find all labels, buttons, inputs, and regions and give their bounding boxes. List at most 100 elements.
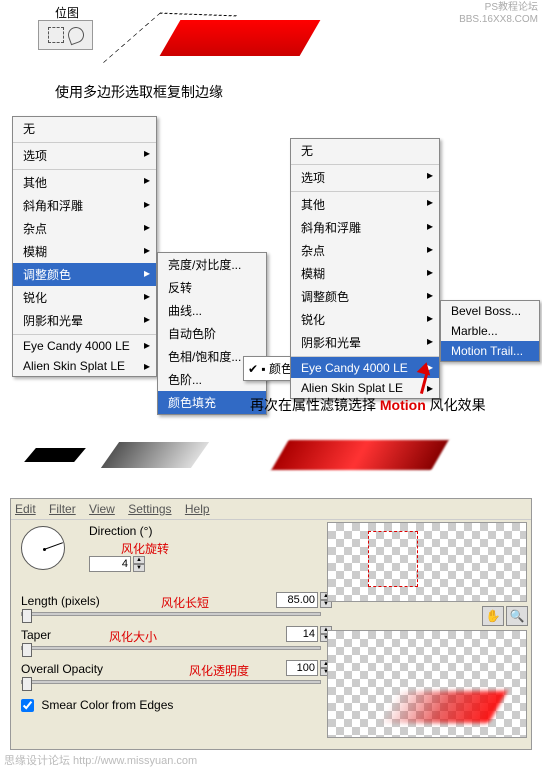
menu-adjust-color-label: 调整颜色 — [23, 268, 71, 282]
opacity-note: 风化透明度 — [189, 662, 249, 679]
smear-checkbox-input[interactable] — [21, 699, 34, 712]
chevron-right-icon: ▸ — [144, 146, 150, 160]
direction-input[interactable] — [89, 556, 131, 572]
submenu-motion-trail[interactable]: Motion Trail... — [441, 341, 539, 361]
menu-adjust-color[interactable]: 调整颜色▸ — [13, 263, 156, 286]
eye-candy-submenu: Bevel Boss... Marble... Motion Trail... — [440, 300, 540, 362]
sample-red-trail — [271, 440, 448, 470]
chevron-right-icon: ▸ — [427, 334, 433, 348]
submenu-bevel-boss[interactable]: Bevel Boss... — [441, 301, 539, 321]
menu-eye-candy[interactable]: Eye Candy 4000 LE ▸ — [13, 334, 156, 356]
hand-tool-icon[interactable]: ✋ — [482, 606, 504, 626]
rectangle-marquee-icon[interactable] — [48, 27, 64, 43]
submenu-brightness-contrast[interactable]: 亮度/对比度... — [158, 253, 266, 276]
result-red-trail — [379, 691, 507, 723]
taper-note: 风化大小 — [109, 628, 157, 645]
menu-sharpen[interactable]: 锐化 ▸ — [13, 286, 156, 309]
chevron-right-icon: ▸ — [144, 220, 150, 234]
submenu-invert[interactable]: 反转 — [158, 276, 266, 299]
menu-blur[interactable]: 模糊 ▸ — [13, 240, 156, 263]
filter-menu-left: 无 选项▸ 其他▸ 斜角和浮雕▸ 杂点▸ 模糊▸ 调整颜色▸ 锐化▸ 阴影和光晕… — [12, 116, 157, 377]
direction-stepper[interactable]: ▲▼ — [133, 556, 145, 572]
menu-alien-label: Alien Skin Splat LE — [23, 359, 125, 373]
menu4-adjust-color[interactable]: 调整颜色▸ — [291, 285, 439, 308]
chevron-right-icon: ▸ — [427, 195, 433, 209]
chevron-right-icon: ▸ — [144, 243, 150, 257]
menu4-sharpen[interactable]: 锐化▸ — [291, 308, 439, 331]
chevron-right-icon: ▸ — [427, 265, 433, 279]
menu-noise-label: 杂点 — [23, 222, 47, 236]
menu-alien-skin[interactable]: Alien Skin Splat LE▸ — [13, 356, 156, 376]
menu4-blur[interactable]: 模糊▸ — [291, 262, 439, 285]
top-illustration: 位图 使用多边形选取框复制边缘 — [0, 0, 542, 100]
bitmap-label: 位图 — [55, 4, 79, 21]
menu-sharpen-label: 锐化 — [23, 291, 47, 305]
chevron-right-icon: ▸ — [427, 311, 433, 325]
direction-label: Direction (°) — [89, 524, 152, 538]
menu4-other-label: 其他 — [301, 198, 325, 212]
menu4-eye-candy-label: Eye Candy 4000 LE — [301, 361, 408, 375]
menu4-noise[interactable]: 杂点▸ — [291, 239, 439, 262]
menu4-other[interactable]: 其他 ▸ — [291, 191, 439, 216]
preview-panel: ✋ 🔍 — [327, 522, 527, 738]
selection-rect — [368, 531, 418, 587]
menu-none[interactable]: 无 — [13, 117, 156, 140]
check-icon: ✔ ▪ — [248, 362, 269, 376]
annotation-pre: 再次在属性滤镜选择 — [250, 397, 380, 413]
menu-eye-candy-label: Eye Candy 4000 LE — [23, 339, 130, 353]
chevron-right-icon: ▸ — [144, 197, 150, 211]
chevron-right-icon: ▸ — [144, 338, 150, 352]
menu4-alien-label: Alien Skin Splat LE — [301, 381, 403, 395]
chevron-right-icon: ▸ — [144, 173, 150, 187]
dialog-menubar: Edit Filter View Settings Help — [11, 499, 531, 520]
menu-shadow-glow[interactable]: 阴影和光晕▸ — [13, 309, 156, 332]
preview-result[interactable] — [327, 630, 527, 738]
zoom-tool-icon[interactable]: 🔍 — [506, 606, 528, 626]
menu4-options-label: 选项 — [301, 171, 325, 185]
menu4-shadow-glow[interactable]: 阴影和光晕▸ — [291, 331, 439, 354]
menu-bevel[interactable]: 斜角和浮雕 ▸ — [13, 194, 156, 217]
preview-original[interactable] — [327, 522, 527, 602]
taper-label: Taper — [21, 628, 51, 642]
length-label: Length (pixels) — [21, 594, 100, 608]
length-input[interactable] — [276, 592, 318, 608]
taper-input[interactable] — [286, 626, 318, 642]
menu-options-label: 选项 — [23, 149, 47, 163]
opacity-input[interactable] — [286, 660, 318, 676]
watermark-bottom: 思缘设计论坛 http://www.missyuan.com — [4, 752, 197, 768]
opacity-slider[interactable] — [21, 680, 321, 684]
menu-other-label: 其他 — [23, 176, 47, 190]
submenu-marble[interactable]: Marble... — [441, 321, 539, 341]
menu4-bevel[interactable]: 斜角和浮雕▸ — [291, 216, 439, 239]
sample-black-slash — [24, 448, 86, 462]
menubar-view[interactable]: View — [89, 502, 115, 516]
submenu-auto-levels[interactable]: 自动色阶 — [158, 322, 266, 345]
menubar-settings[interactable]: Settings — [128, 502, 171, 516]
menubar-edit[interactable]: Edit — [15, 502, 36, 516]
menu-bevel-label: 斜角和浮雕 — [23, 199, 83, 213]
menu-other[interactable]: 其他 ▸ — [13, 169, 156, 194]
menu-options[interactable]: 选项 ▸ — [13, 142, 156, 167]
opacity-label: Overall Opacity — [21, 662, 103, 676]
menu-blur-label: 模糊 — [23, 245, 47, 259]
sample-gray-gradient — [101, 442, 209, 468]
annotation-motion-word: Motion — [380, 397, 426, 413]
chevron-right-icon: ▸ — [144, 312, 150, 326]
menu4-bevel-label: 斜角和浮雕 — [301, 221, 361, 235]
smear-checkbox[interactable]: Smear Color from Edges — [21, 698, 173, 712]
menu4-noise-label: 杂点 — [301, 244, 325, 258]
menu-noise[interactable]: 杂点 ▸ — [13, 217, 156, 240]
menubar-help[interactable]: Help — [185, 502, 210, 516]
chevron-right-icon: ▸ — [144, 289, 150, 303]
menu4-none[interactable]: 无 — [291, 139, 439, 162]
bitmap-toolbox — [38, 20, 93, 50]
taper-slider[interactable] — [21, 646, 321, 650]
length-slider[interactable] — [21, 612, 321, 616]
smear-label: Smear Color from Edges — [41, 698, 173, 712]
chevron-right-icon: ▸ — [427, 168, 433, 182]
polygon-lasso-icon[interactable] — [65, 25, 86, 46]
direction-dial[interactable] — [21, 526, 65, 570]
submenu-curves[interactable]: 曲线... — [158, 299, 266, 322]
menu4-options[interactable]: 选项 ▸ — [291, 164, 439, 189]
menubar-filter[interactable]: Filter — [49, 502, 76, 516]
